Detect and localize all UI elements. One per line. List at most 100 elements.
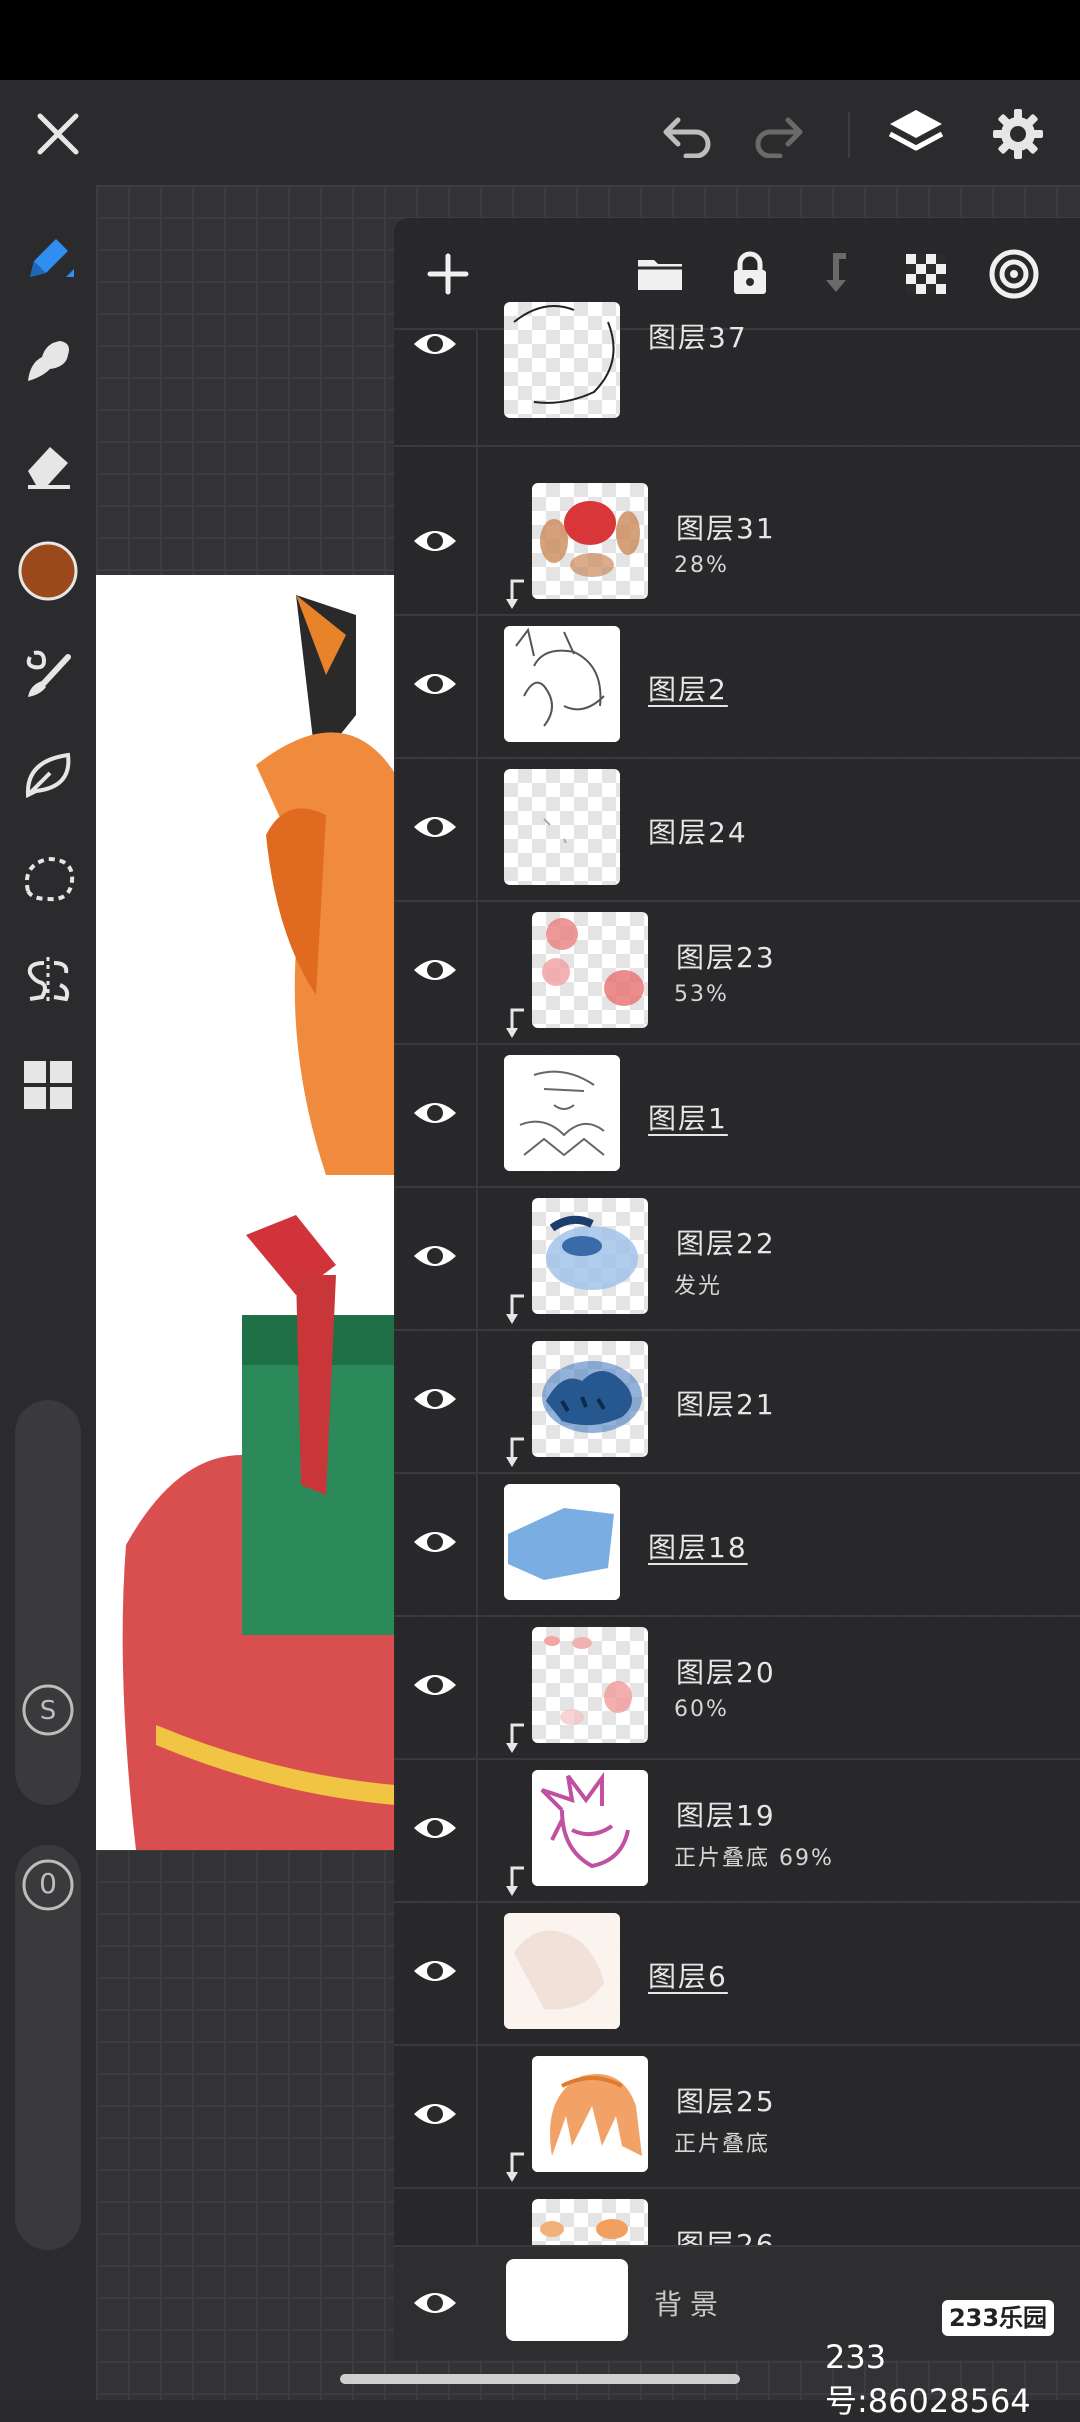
toolbar-separator [848,112,850,158]
eye-icon[interactable] [412,809,458,845]
layer-blend-info: 28% [674,553,729,578]
eye-icon[interactable] [412,952,458,988]
background-thumbnail [506,2259,628,2341]
clipping-arrow-icon [502,579,528,611]
status-bar [0,0,1080,80]
gear-icon[interactable] [986,102,1050,166]
close-icon[interactable] [26,102,90,166]
layer-name: 图层22 [676,1227,776,1260]
layer-blend-info: 正片叠底 [674,2132,771,2157]
clipping-arrow-icon [502,1866,528,1898]
layer-name: 图层31 [676,512,776,545]
eye-icon[interactable] [412,1238,458,1274]
layer-thumbnail [532,1341,648,1457]
layer-name: 图层24 [648,816,748,849]
add-icon[interactable] [420,246,476,302]
eye-icon[interactable] [412,666,458,702]
layer-row[interactable]: 图层1 [394,1043,1080,1188]
clipping-arrow-icon [502,1723,528,1755]
artwork-canvas[interactable] [96,575,396,1850]
clipping-arrow-icon [502,2152,528,2184]
layer-row[interactable]: 图层2 [394,614,1080,759]
opacity-value-badge: 0 [20,1857,76,1913]
layer-row[interactable]: 图层18 [394,1472,1080,1617]
layer-thumbnail [532,1198,648,1314]
watermark-logo: 233乐园 [942,2300,1054,2336]
layer-row[interactable]: 图层22 发光 [394,1186,1080,1331]
layer-row[interactable]: 图层21 [394,1329,1080,1474]
lasso-icon[interactable] [14,845,82,913]
layer-blend-info: 60% [674,1697,729,1722]
symmetry-icon[interactable] [14,947,82,1015]
left-toolbar: S 0 [0,185,96,2400]
layers-icon[interactable] [884,102,948,166]
lock-icon[interactable] [722,246,778,302]
layer-row[interactable]: 图层6 [394,1901,1080,2046]
layer-name: 图层19 [676,1799,776,1832]
target-icon[interactable] [986,246,1042,302]
opacity-value: 0 [39,1867,57,1900]
layer-thumbnail [504,1913,620,2029]
layer-name: 图层37 [648,321,748,354]
layer-row[interactable]: 图层20 60% [394,1615,1080,1760]
layer-thumbnail [504,769,620,885]
layer-row[interactable]: 图层25 正片叠底 [394,2044,1080,2189]
smudge-icon[interactable] [14,327,82,395]
layer-thumbnail [532,912,648,1028]
grid-icon[interactable] [14,1051,82,1119]
layer-row[interactable]: 图层19 正片叠底 69% [394,1758,1080,1903]
pen-icon[interactable] [14,225,82,293]
layer-blend-info: 53% [674,982,729,1007]
color-swatch[interactable] [14,537,82,605]
layer-row[interactable]: 图层24 [394,757,1080,902]
layer-thumbnail [504,626,620,742]
layer-thumbnail [504,1484,620,1600]
layer-blend-info: 发光 [674,1274,723,1299]
transparency-icon[interactable] [898,246,954,302]
layer-row[interactable]: 图层31 28% [394,471,1080,616]
layer-row[interactable]: 图层23 53% [394,900,1080,1045]
undo-icon[interactable] [656,102,720,166]
clip-icon[interactable] [810,246,866,302]
eye-icon[interactable] [412,2285,458,2321]
brush-size-slider[interactable]: S [15,1400,81,1805]
layer-name: 图层20 [676,1656,776,1689]
eye-icon[interactable] [412,1667,458,1703]
leaf-shape-icon[interactable] [14,741,82,809]
eye-icon[interactable] [412,1524,458,1560]
background-label: 背景 [654,2288,727,2321]
watermark-text: 233号:86028564 [825,2338,1031,2420]
layer-thumbnail [532,1770,648,1886]
eye-icon[interactable] [412,523,458,559]
eraser-icon[interactable] [14,431,82,499]
layer-name: 图层6 [648,1960,728,1993]
layers-panel: 图层37 图层31 28% 图层2 图层24 图层23 53% 图层1 图层22 发光图层21 图层… [394,218,1080,2358]
layer-row[interactable]: 图层37 [394,302,1080,447]
redo-icon[interactable] [746,102,810,166]
brush-icon[interactable] [14,639,82,707]
layer-thumbnail [532,2056,648,2172]
home-indicator[interactable] [340,2374,740,2384]
clipping-arrow-icon [502,1294,528,1326]
stabilizer-icon[interactable]: S [20,1682,76,1738]
layer-name: 图层1 [648,1102,728,1135]
layer-name: 图层18 [648,1531,748,1564]
clipping-arrow-icon [502,1008,528,1040]
folder-icon[interactable] [632,246,688,302]
eye-icon[interactable] [412,1810,458,1846]
layer-name: 图层21 [676,1388,776,1421]
eye-icon[interactable] [412,326,458,362]
layer-thumbnail [504,302,620,418]
svg-text:S: S [40,1696,57,1726]
eye-icon[interactable] [412,1953,458,1989]
eye-icon[interactable] [412,2096,458,2132]
layer-name: 图层25 [676,2085,776,2118]
clipping-arrow-icon [502,1437,528,1469]
layer-name: 图层23 [676,941,776,974]
layer-thumbnail [532,483,648,599]
layer-name: 图层2 [648,673,728,706]
opacity-slider[interactable]: 0 [15,1845,81,2250]
eye-icon[interactable] [412,1381,458,1417]
eye-icon[interactable] [412,1095,458,1131]
layer-thumbnail [532,1627,648,1743]
